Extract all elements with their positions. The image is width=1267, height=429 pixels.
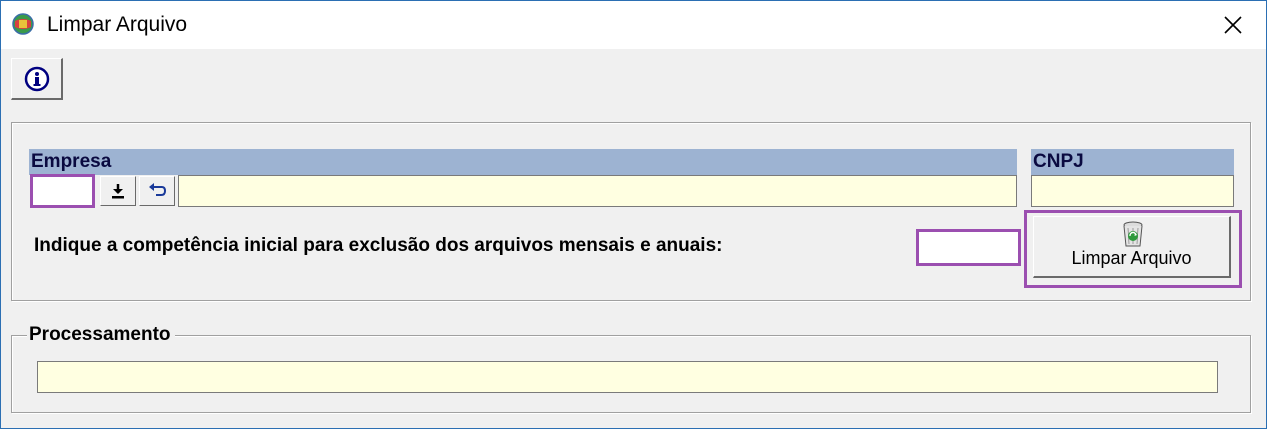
info-icon [24,66,49,91]
close-icon [1224,16,1242,34]
cnpj-header: CNPJ [1031,149,1234,175]
title-bar: Limpar Arquivo [1,1,1266,49]
recycle-bin-icon [1123,221,1143,247]
cnpj-field[interactable] [1031,175,1234,207]
globe-icon [12,13,34,35]
dialog-window: Limpar Arquivo Empresa CNPJ Indique a co… [0,0,1267,429]
competencia-label: Indique a competência inicial para exclu… [34,235,723,256]
limpar-arquivo-label: Limpar Arquivo [1071,248,1192,268]
info-button[interactable] [11,58,63,100]
competencia-input[interactable] [916,229,1021,266]
download-arrow-icon [112,184,124,199]
undo-arrow-icon [149,183,167,196]
processamento-legend: Processamento [27,323,175,347]
import-button[interactable] [100,176,136,206]
limpar-arquivo-button[interactable]: Limpar Arquivo [1033,216,1231,278]
processamento-field [37,361,1218,393]
close-button[interactable] [1208,5,1258,45]
empresa-header: Empresa [29,149,1017,175]
empresa-name-field[interactable] [178,175,1017,207]
undo-button[interactable] [139,176,175,206]
window-title: Limpar Arquivo [47,13,188,36]
empresa-code-input[interactable] [30,174,95,208]
